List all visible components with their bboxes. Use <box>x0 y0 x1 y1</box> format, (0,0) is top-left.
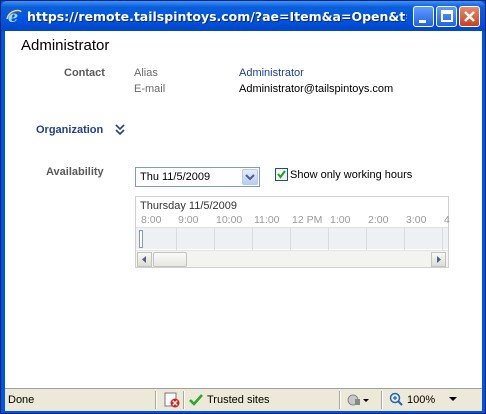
window-title: https://remote.tailspintoys.com/?ae=Item… <box>27 9 407 24</box>
blocked-page-icon[interactable] <box>164 392 180 408</box>
hour-label: 9:00 <box>178 214 199 226</box>
page-title: Administrator <box>21 37 110 54</box>
hour-label: 1:00 <box>330 214 351 226</box>
free-busy-row[interactable] <box>136 227 448 250</box>
status-divider <box>381 391 383 409</box>
minimize-button[interactable] <box>413 6 434 27</box>
scrollbar-thumb[interactable] <box>153 252 187 267</box>
arrow-right-icon <box>437 256 441 263</box>
date-dropdown-value: Thu 11/5/2009 <box>140 171 211 183</box>
hour-label: 12 PM <box>292 214 323 226</box>
email-value[interactable]: Administrator@tailspintoys.com <box>239 83 393 95</box>
hour-divider <box>290 228 291 250</box>
hour-divider <box>176 228 177 250</box>
security-zone-text[interactable]: Trusted sites <box>207 394 270 406</box>
close-button[interactable] <box>459 6 480 27</box>
status-divider <box>155 391 157 409</box>
date-dropdown[interactable]: Thu 11/5/2009 <box>135 167 260 187</box>
hour-label: 4 <box>444 214 450 226</box>
alias-label: Alias <box>134 67 158 79</box>
hour-label: 8:00 <box>141 214 162 226</box>
status-bar: Done Trusted sites 100% <box>5 388 482 411</box>
status-text: Done <box>8 394 35 406</box>
hour-label: 11:00 <box>254 214 280 226</box>
availability-grid[interactable]: Thursday 11/5/2009 8:00 9:00 10:00 11:00… <box>135 196 450 268</box>
horizontal-scrollbar[interactable] <box>136 250 448 267</box>
checkmark-icon <box>277 170 286 179</box>
zoom-level[interactable]: 100% <box>407 394 435 406</box>
organization-toggle[interactable]: Organization <box>36 124 103 136</box>
working-hours-label[interactable]: Show only working hours <box>290 169 412 181</box>
hour-divider <box>214 228 215 250</box>
availability-label: Availability <box>46 166 104 178</box>
hour-label: 10:00 <box>216 214 243 226</box>
close-icon <box>464 11 475 22</box>
working-hours-checkbox[interactable] <box>275 168 288 181</box>
title-bar[interactable]: e https://remote.tailspintoys.com/?ae=It… <box>1 1 485 31</box>
arrow-left-icon <box>142 256 146 263</box>
browser-window: e https://remote.tailspintoys.com/?ae=It… <box>0 0 486 414</box>
double-chevron-down-icon[interactable] <box>115 124 125 136</box>
minimize-icon <box>419 20 426 23</box>
grid-date-header: Thursday 11/5/2009 <box>140 200 238 212</box>
hour-label: 3:00 <box>406 214 427 226</box>
checkmark-icon <box>189 394 203 406</box>
ie-icon: e <box>6 8 22 24</box>
scroll-left-button[interactable] <box>137 252 152 267</box>
maximize-button[interactable] <box>436 6 457 27</box>
hour-divider <box>442 228 443 250</box>
zoom-icon[interactable] <box>389 392 403 408</box>
hour-divider <box>328 228 329 250</box>
current-time-marker <box>139 230 143 248</box>
hour-row: 8:00 9:00 10:00 11:00 12 PM 1:00 2:00 3:… <box>136 214 450 228</box>
contact-label: Contact <box>64 67 105 79</box>
hour-label: 2:00 <box>368 214 389 226</box>
email-label: E-mail <box>134 83 166 95</box>
page-content: Administrator Contact Alias Administrato… <box>5 31 482 388</box>
hour-divider <box>366 228 367 250</box>
hour-divider <box>404 228 405 250</box>
status-divider <box>183 391 185 409</box>
scroll-right-button[interactable] <box>431 252 446 267</box>
protected-mode-icon[interactable] <box>346 392 370 408</box>
chevron-down-icon <box>245 174 255 181</box>
hour-divider <box>252 228 253 250</box>
chevron-down-icon[interactable] <box>449 397 457 403</box>
dropdown-arrow-button[interactable] <box>242 169 258 185</box>
status-divider <box>339 391 341 409</box>
alias-link[interactable]: Administrator <box>239 67 304 79</box>
maximize-icon <box>441 10 453 22</box>
